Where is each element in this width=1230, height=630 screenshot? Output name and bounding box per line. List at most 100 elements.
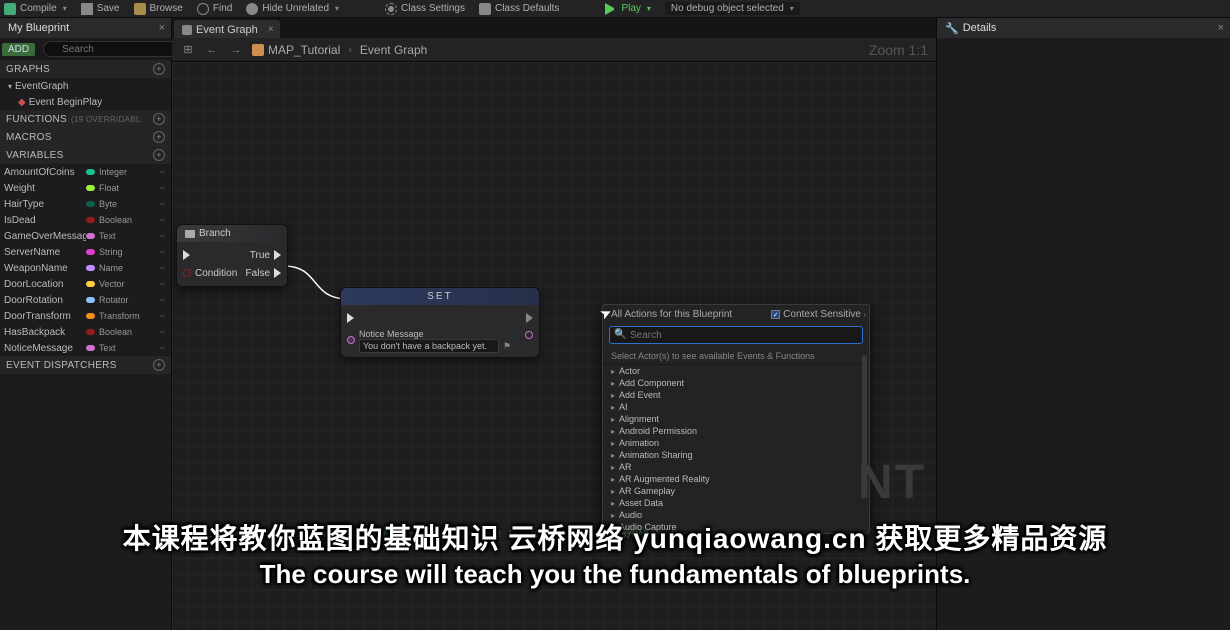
variable-row[interactable]: HairTypeByte~ — [0, 196, 171, 212]
context-menu-item[interactable]: ▸Asset Data — [603, 497, 869, 509]
chevron-down-icon[interactable]: ▾ — [335, 4, 339, 13]
visibility-icon[interactable]: ~ — [160, 231, 165, 241]
play-button[interactable]: Play▾ — [605, 3, 650, 15]
graph-canvas[interactable]: Branch True Condition False SET — [172, 62, 936, 630]
notice-message-input[interactable] — [359, 339, 499, 353]
save-button[interactable]: Save — [81, 3, 120, 15]
exec-pin-true[interactable] — [274, 250, 281, 260]
visibility-icon[interactable]: ~ — [160, 327, 165, 337]
visibility-icon[interactable]: ~ — [160, 167, 165, 177]
actions-context-menu: All Actions for this Blueprint ✓Context … — [602, 304, 870, 534]
add-graph-button[interactable]: + — [153, 63, 165, 75]
add-button[interactable]: ADD — [2, 43, 35, 56]
text-pin-in[interactable] — [347, 336, 355, 344]
gear-icon — [385, 3, 397, 15]
type-pill-icon — [86, 201, 95, 207]
visibility-icon[interactable]: ~ — [160, 263, 165, 273]
compile-button[interactable]: Compile▾ — [4, 3, 67, 15]
exec-pin-in[interactable] — [347, 313, 354, 323]
text-pin-out[interactable] — [525, 331, 533, 339]
context-menu-item[interactable]: ▸Alignment — [603, 413, 869, 425]
node-set[interactable]: SET Notice Message — [340, 287, 540, 358]
save-icon — [81, 3, 93, 15]
nav-menu-button[interactable]: ⊞ — [180, 42, 196, 58]
add-dispatcher-button[interactable]: + — [153, 359, 165, 371]
details-tab[interactable]: 🔧 Details × — [937, 18, 1230, 38]
exec-pin-false[interactable] — [274, 268, 281, 278]
find-button[interactable]: Find — [197, 3, 232, 15]
variable-row[interactable]: IsDeadBoolean~ — [0, 212, 171, 228]
node-header[interactable]: SET — [341, 288, 539, 305]
condition-pin[interactable] — [183, 269, 191, 277]
context-menu-item[interactable]: ▸Audio — [603, 509, 869, 521]
close-icon[interactable]: × — [268, 24, 274, 35]
context-menu-item[interactable]: ▸AR Gameplay — [603, 485, 869, 497]
add-function-button[interactable]: + — [153, 113, 165, 125]
visibility-icon[interactable]: ~ — [160, 215, 165, 225]
nav-forward-button[interactable]: → — [228, 42, 244, 58]
context-sensitive-checkbox[interactable]: ✓Context Sensitive — [771, 309, 861, 320]
visibility-icon[interactable]: ~ — [160, 311, 165, 321]
exec-pin-in[interactable] — [183, 250, 190, 260]
variable-row[interactable]: WeaponNameName~ — [0, 260, 171, 276]
visibility-icon[interactable]: ~ — [160, 247, 165, 257]
context-menu-item[interactable]: ▸Add Component — [603, 377, 869, 389]
dispatchers-section-header[interactable]: EVENT DISPATCHERS + — [0, 356, 171, 374]
context-menu-item[interactable]: ▸Animation Sharing — [603, 449, 869, 461]
context-menu-title: All Actions for this Blueprint — [611, 309, 732, 320]
breadcrumb-asset[interactable]: MAP_Tutorial — [252, 43, 340, 57]
exec-pin-out[interactable] — [526, 313, 533, 323]
context-menu-item[interactable]: ▸Android Permission — [603, 425, 869, 437]
functions-section-header[interactable]: FUNCTIONS(19 OVERRIDABL + — [0, 110, 171, 128]
context-search-input[interactable] — [609, 326, 863, 344]
event-graph-tab[interactable]: Event Graph × — [174, 20, 280, 38]
my-blueprint-tab[interactable]: My Blueprint × — [0, 18, 171, 38]
flag-icon[interactable]: ⚑ — [503, 341, 511, 352]
class-settings-button[interactable]: Class Settings — [385, 3, 465, 15]
add-variable-button[interactable]: + — [153, 149, 165, 161]
chevron-down-icon[interactable]: ▾ — [63, 4, 67, 13]
context-menu-item[interactable]: ▸AR — [603, 461, 869, 473]
context-menu-item[interactable]: ▸Animation — [603, 437, 869, 449]
variable-row[interactable]: DoorLocationVector~ — [0, 276, 171, 292]
visibility-icon[interactable]: ~ — [160, 183, 165, 193]
context-menu-item[interactable]: ▸Add Event — [603, 389, 869, 401]
debug-object-select[interactable]: No debug object selected▾ — [665, 2, 800, 15]
visibility-icon[interactable]: ~ — [160, 295, 165, 305]
visibility-icon[interactable]: ~ — [160, 199, 165, 209]
node-header[interactable]: Branch — [177, 225, 287, 242]
browse-button[interactable]: Browse — [134, 3, 183, 15]
graph-item-beginplay[interactable]: ◆Event BeginPlay — [0, 94, 171, 110]
graphs-section-header[interactable]: GRAPHS + — [0, 60, 171, 78]
class-defaults-button[interactable]: Class Defaults — [479, 3, 559, 15]
graph-item-eventgraph[interactable]: ▾EventGraph — [0, 78, 171, 94]
type-pill-icon — [86, 169, 95, 175]
variable-row[interactable]: DoorRotationRotator~ — [0, 292, 171, 308]
chevron-down-icon[interactable]: ▾ — [647, 4, 651, 13]
check-icon — [4, 3, 16, 15]
context-menu-item[interactable]: ▸Actor — [603, 365, 869, 377]
hide-unrelated-button[interactable]: Hide Unrelated▾ — [246, 3, 339, 15]
close-icon[interactable]: × — [1218, 22, 1224, 34]
variable-row[interactable]: WeightFloat~ — [0, 180, 171, 196]
close-icon[interactable]: × — [159, 22, 165, 34]
visibility-icon[interactable]: ~ — [160, 279, 165, 289]
context-menu-item[interactable]: ▸AI — [603, 401, 869, 413]
add-macro-button[interactable]: + — [153, 131, 165, 143]
variable-row[interactable]: DoorTransformTransform~ — [0, 308, 171, 324]
scrollbar[interactable] — [862, 355, 867, 465]
visibility-icon[interactable]: ~ — [160, 343, 165, 353]
macros-section-header[interactable]: MACROS + — [0, 128, 171, 146]
variable-row[interactable]: AmountOfCoinsInteger~ — [0, 164, 171, 180]
variable-row[interactable]: NoticeMessageText~ — [0, 340, 171, 356]
variables-section-header[interactable]: VARIABLES + — [0, 146, 171, 164]
nav-back-button[interactable]: ← — [204, 42, 220, 58]
variable-row[interactable]: HasBackpackBoolean~ — [0, 324, 171, 340]
caret-right-icon: ▸ — [611, 379, 615, 388]
breadcrumb-graph[interactable]: Event Graph — [360, 43, 427, 57]
my-blueprint-panel: My Blueprint × ADD 🔍 ⚙ GRAPHS + ▾EventGr… — [0, 18, 172, 630]
node-branch[interactable]: Branch True Condition False — [176, 224, 288, 287]
variable-row[interactable]: ServerNameString~ — [0, 244, 171, 260]
context-menu-item[interactable]: ▸AR Augmented Reality — [603, 473, 869, 485]
variable-row[interactable]: GameOverMessageText~ — [0, 228, 171, 244]
